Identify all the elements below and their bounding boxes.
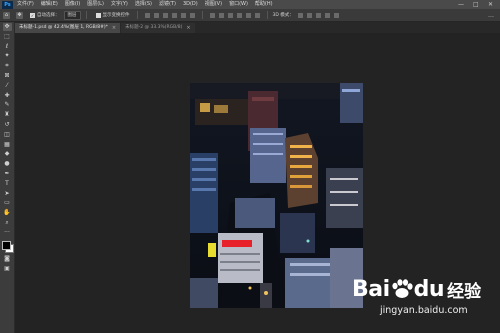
3d-rotate-icon[interactable] xyxy=(297,12,303,18)
more-options-icon[interactable]: … xyxy=(488,12,494,19)
menu-bar: Ps 文件(F) 编辑(E) 图像(I) 图层(L) 文字(Y) 选择(S) 滤… xyxy=(0,0,500,9)
options-divider xyxy=(85,11,87,19)
pen-tool-icon[interactable]: ✒ xyxy=(3,170,12,178)
align-middle-icon[interactable] xyxy=(180,12,186,18)
menu-window[interactable]: 窗口(W) xyxy=(229,0,248,9)
menu-image[interactable]: 图像(I) xyxy=(65,0,80,9)
baidu-jingyan-watermark: Bai du 经验 jingyan.baidu.com xyxy=(352,277,492,323)
options-divider xyxy=(136,11,138,19)
color-swatches[interactable] xyxy=(0,240,14,254)
lasso-tool-icon[interactable]: ℓ xyxy=(3,43,12,51)
move-tool-preset-icon[interactable]: ✥ xyxy=(16,11,23,19)
menu-select[interactable]: 选择(S) xyxy=(135,0,152,9)
3d-drag-icon[interactable] xyxy=(315,12,321,18)
rectangle-tool-icon[interactable]: ▭ xyxy=(3,199,12,207)
menu-layer[interactable]: 图层(L) xyxy=(87,0,104,9)
document-tab-bar: 未标题-1.psd @ 42.4%(图层 1, RGB/8#)* × 未标题-2… xyxy=(15,22,500,33)
baidu-paw-icon xyxy=(392,279,413,298)
tools-panel: ✥ ⬚ ℓ ✦ ⌗ ⊠ ⁄ ✚ ✎ ♜ ↺ ◫ ▦ ◆ ● ✒ T ➤ ▭ ✋ ⌕ ··· ◙ ▣ xyxy=(0,22,15,333)
menu-type[interactable]: 文字(Y) xyxy=(111,0,128,9)
3d-mode-label: 3D 模式： xyxy=(272,13,294,18)
path-selection-tool-icon[interactable]: ➤ xyxy=(3,190,12,198)
align-right-icon[interactable] xyxy=(162,12,168,18)
move-tool-icon[interactable]: ✥ xyxy=(2,23,12,31)
watermark-du-text: du xyxy=(413,276,445,302)
hand-tool-icon[interactable]: ✋ xyxy=(3,209,12,217)
eyedropper-tool-icon[interactable]: ⁄ xyxy=(3,82,12,90)
close-tab-icon[interactable]: × xyxy=(112,23,116,33)
document-tab-label: 未标题-2 @ 33.3%(RGB/8) xyxy=(125,25,183,30)
magic-wand-tool-icon[interactable]: ✦ xyxy=(3,52,12,60)
crop-tool-icon[interactable]: ⌗ xyxy=(3,62,12,70)
clone-stamp-tool-icon[interactable]: ♜ xyxy=(3,111,12,119)
quick-mask-icon[interactable]: ◙ xyxy=(3,255,12,263)
minimize-button[interactable]: — xyxy=(458,0,464,9)
home-icon[interactable]: ⌂ xyxy=(3,11,10,19)
marquee-tool-icon[interactable]: ⬚ xyxy=(3,33,12,41)
watermark-url: jingyan.baidu.com xyxy=(380,305,468,316)
options-bar: ⌂ ✥ ✓ 自动选择： 图层 显示变换控件 3D 模式： … xyxy=(0,9,500,22)
more-tools-icon[interactable]: ··· xyxy=(3,229,12,237)
document-tab[interactable]: 未标题-2 @ 33.3%(RGB/8) × xyxy=(121,23,195,33)
distribute-top-icon[interactable] xyxy=(209,12,215,18)
city-night-photo xyxy=(190,83,363,308)
document-image[interactable] xyxy=(190,83,363,308)
options-divider xyxy=(201,11,203,19)
watermark-logo-row: Bai du 经验 xyxy=(352,276,492,302)
3d-scale-icon[interactable] xyxy=(333,12,339,18)
watermark-bai-text: Bai xyxy=(352,276,390,302)
menu-edit[interactable]: 编辑(E) xyxy=(41,0,58,9)
tool-list-bottom: ◙ ▣ xyxy=(0,255,14,273)
3d-slide-icon[interactable] xyxy=(324,12,330,18)
distribute-right-icon[interactable] xyxy=(254,12,260,18)
history-brush-tool-icon[interactable]: ↺ xyxy=(3,121,12,129)
show-transform-checkbox[interactable] xyxy=(95,12,101,18)
photoshop-logo: Ps xyxy=(2,0,13,9)
distribute-bottom-icon[interactable] xyxy=(227,12,233,18)
auto-select-label: 自动选择： xyxy=(37,13,60,18)
menu-3d[interactable]: 3D(D) xyxy=(183,0,198,9)
blur-tool-icon[interactable]: ◆ xyxy=(3,150,12,158)
distribute-left-icon[interactable] xyxy=(236,12,242,18)
screen-mode-icon[interactable]: ▣ xyxy=(3,265,12,273)
menu-filter[interactable]: 滤镜(T) xyxy=(159,0,176,9)
menu-view[interactable]: 视图(V) xyxy=(205,0,222,9)
menu-file[interactable]: 文件(F) xyxy=(17,0,34,9)
document-tab-label: 未标题-1.psd @ 42.4%(图层 1, RGB/8#)* xyxy=(19,25,108,30)
close-tab-icon[interactable]: × xyxy=(186,23,190,33)
document-tab[interactable]: 未标题-1.psd @ 42.4%(图层 1, RGB/8#)* × xyxy=(15,23,121,33)
healing-brush-tool-icon[interactable]: ✚ xyxy=(3,92,12,100)
tool-list: ✥ ⬚ ℓ ✦ ⌗ ⊠ ⁄ ✚ ✎ ♜ ↺ ◫ ▦ ◆ ● ✒ T ➤ ▭ ✋ ⌕ ··· xyxy=(0,23,14,237)
menu-help[interactable]: 帮助(H) xyxy=(255,0,273,9)
3d-roll-icon[interactable] xyxy=(306,12,312,18)
type-tool-icon[interactable]: T xyxy=(3,180,12,188)
auto-select-checkbox[interactable]: ✓ xyxy=(30,12,35,18)
gradient-tool-icon[interactable]: ▦ xyxy=(3,141,12,149)
align-left-icon[interactable] xyxy=(144,12,150,18)
dodge-tool-icon[interactable]: ● xyxy=(3,160,12,168)
options-divider xyxy=(266,11,268,19)
show-transform-label: 显示变换控件 xyxy=(102,13,130,18)
frame-tool-icon[interactable]: ⊠ xyxy=(3,72,12,80)
zoom-tool-icon[interactable]: ⌕ xyxy=(3,219,12,227)
watermark-jingyan-text: 经验 xyxy=(447,281,482,302)
brush-tool-icon[interactable]: ✎ xyxy=(3,101,12,109)
distribute-center-icon[interactable] xyxy=(245,12,251,18)
align-bottom-icon[interactable] xyxy=(189,12,195,18)
align-center-icon[interactable] xyxy=(153,12,159,18)
auto-select-dropdown[interactable]: 图层 xyxy=(63,10,81,20)
close-button[interactable]: ✕ xyxy=(488,0,493,9)
distribute-middle-icon[interactable] xyxy=(218,12,224,18)
eraser-tool-icon[interactable]: ◫ xyxy=(3,131,12,139)
maximize-button[interactable]: □ xyxy=(473,0,479,9)
align-top-icon[interactable] xyxy=(171,12,177,18)
foreground-color-swatch[interactable] xyxy=(2,240,11,250)
